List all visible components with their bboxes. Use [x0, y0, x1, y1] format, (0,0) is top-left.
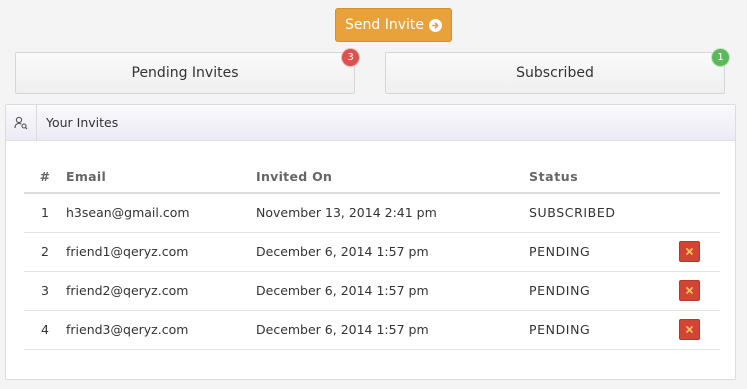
- row-status: SUBSCRIBED: [529, 193, 679, 233]
- tab-pending-invites[interactable]: Pending Invites 3: [15, 48, 360, 94]
- pending-count-badge: 3: [341, 48, 360, 67]
- row-status: PENDING: [529, 310, 679, 350]
- table-row: 1 h3sean@gmail.com November 13, 2014 2:4…: [24, 193, 720, 233]
- user-search-icon: [6, 104, 37, 141]
- header-num: #: [24, 161, 66, 194]
- row-invited-on: December 6, 2014 1:57 pm: [256, 271, 529, 311]
- row-actions: [679, 310, 720, 350]
- send-invite-wrapper: Send Invite: [335, 8, 452, 42]
- row-actions: [679, 232, 720, 272]
- header-email: Email: [66, 161, 256, 194]
- row-email: h3sean@gmail.com: [66, 193, 256, 233]
- table-row: 3 friend2@qeryz.com December 6, 2014 1:5…: [24, 271, 720, 311]
- table-row: 4 friend3@qeryz.com December 6, 2014 1:5…: [24, 310, 720, 350]
- close-icon: [686, 248, 693, 255]
- row-num: 2: [24, 232, 66, 272]
- tab-pending-label: Pending Invites: [131, 65, 239, 81]
- row-email: friend2@qeryz.com: [66, 271, 256, 311]
- invites-table: # Email Invited On Status 1 h3sean@gmail…: [24, 161, 720, 350]
- send-invite-label: Send Invite: [345, 17, 424, 33]
- table-header-row: # Email Invited On Status: [24, 161, 720, 194]
- header-actions: [679, 161, 720, 194]
- table-row: 2 friend1@qeryz.com December 6, 2014 1:5…: [24, 232, 720, 272]
- delete-invite-button[interactable]: [679, 241, 700, 262]
- close-icon: [686, 326, 693, 333]
- row-status: PENDING: [529, 271, 679, 311]
- row-email: friend1@qeryz.com: [66, 232, 256, 272]
- row-actions: [679, 271, 720, 311]
- panel-title: Your Invites: [46, 115, 119, 130]
- row-num: 4: [24, 310, 66, 350]
- panel-header: Your Invites: [6, 104, 735, 141]
- row-invited-on: November 13, 2014 2:41 pm: [256, 193, 529, 233]
- subscribed-count-badge: 1: [711, 48, 730, 67]
- row-invited-on: December 6, 2014 1:57 pm: [256, 310, 529, 350]
- send-invite-button[interactable]: Send Invite: [335, 8, 452, 42]
- row-status: PENDING: [529, 232, 679, 272]
- tab-subscribed[interactable]: Subscribed 1: [385, 48, 730, 94]
- delete-invite-button[interactable]: [679, 280, 700, 301]
- row-invited-on: December 6, 2014 1:57 pm: [256, 232, 529, 272]
- tab-subscribed-label: Subscribed: [516, 65, 594, 81]
- header-status: Status: [529, 161, 679, 194]
- delete-invite-button[interactable]: [679, 319, 700, 340]
- row-num: 3: [24, 271, 66, 311]
- row-email: friend3@qeryz.com: [66, 310, 256, 350]
- arrow-circle-right-icon: [429, 18, 442, 32]
- row-actions: [679, 193, 720, 233]
- invites-panel: Your Invites # Email Invited On Status 1…: [5, 104, 736, 380]
- close-icon: [686, 287, 693, 294]
- row-num: 1: [24, 193, 66, 233]
- header-invited-on: Invited On: [256, 161, 529, 194]
